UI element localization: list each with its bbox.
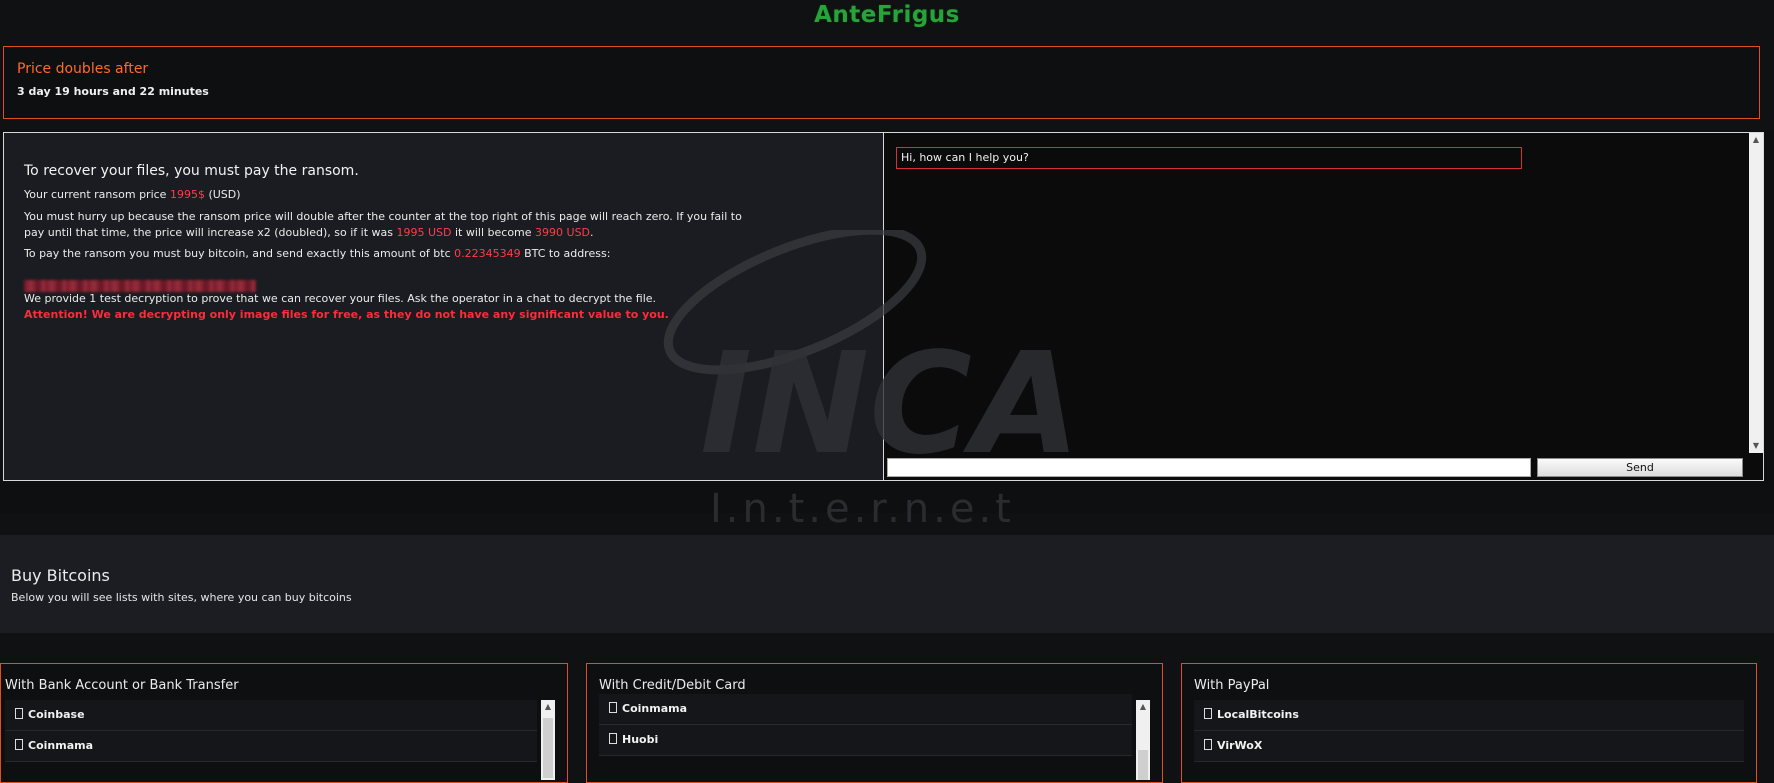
scroll-thumb[interactable] bbox=[1138, 750, 1148, 780]
hurry-paragraph: You must hurry up because the ransom pri… bbox=[24, 210, 742, 239]
scroll-down-icon[interactable]: ▼ bbox=[1749, 439, 1763, 453]
timer-value: 3 day 19 hours and 22 minutes bbox=[17, 85, 209, 98]
link-icon bbox=[15, 708, 23, 719]
chat-input[interactable] bbox=[887, 458, 1531, 477]
ransom-price-line: Your current ransom price 1995$ (USD) bbox=[24, 188, 241, 201]
list-item[interactable]: Coinmama bbox=[599, 694, 1132, 725]
chat-message: Hi, how can I help you? bbox=[896, 147, 1522, 169]
shop-title: With PayPal bbox=[1194, 678, 1270, 693]
shop-box-bank: With Bank Account or Bank Transfer Coinb… bbox=[0, 663, 568, 783]
app-logo: AnteFrigus bbox=[814, 2, 960, 28]
btc-instructions: To pay the ransom you must buy bitcoin, … bbox=[24, 247, 611, 260]
send-button[interactable]: Send bbox=[1537, 458, 1743, 477]
link-icon bbox=[1204, 739, 1212, 750]
list-item[interactable]: LocalBitcoins bbox=[1194, 700, 1744, 731]
list-item[interactable]: Coinbase bbox=[5, 700, 537, 731]
link-icon bbox=[15, 739, 23, 750]
timer-title: Price doubles after bbox=[17, 61, 149, 77]
shop-scrollbar[interactable]: ▲ bbox=[541, 700, 555, 780]
chat-panel: Hi, how can I help you? ▲ ▼ Send bbox=[883, 132, 1764, 481]
list-item[interactable]: VirWoX bbox=[1194, 731, 1744, 762]
buy-title: Buy Bitcoins bbox=[11, 566, 110, 585]
scroll-up-icon[interactable]: ▲ bbox=[1136, 700, 1150, 714]
shop-title: With Bank Account or Bank Transfer bbox=[5, 678, 239, 693]
price-timer-box: Price doubles after 3 day 19 hours and 2… bbox=[3, 46, 1760, 119]
link-icon bbox=[609, 733, 617, 744]
attention-text: Attention! We are decrypting only image … bbox=[24, 308, 669, 321]
main-content: To recover your files, you must pay the … bbox=[0, 130, 1774, 513]
shop-title: With Credit/Debit Card bbox=[599, 678, 746, 693]
link-icon bbox=[609, 702, 617, 713]
scroll-up-icon[interactable]: ▲ bbox=[541, 700, 555, 714]
new-price: 3990 USD bbox=[535, 226, 591, 239]
list-item[interactable]: Coinmama bbox=[5, 731, 537, 762]
shop-list: LocalBitcoins VirWoX bbox=[1194, 700, 1744, 762]
shop-box-paypal: With PayPal LocalBitcoins VirWoX bbox=[1181, 663, 1757, 783]
shop-list: Coinbase Coinmama bbox=[5, 700, 537, 762]
shop-scrollbar[interactable]: ▲ bbox=[1136, 700, 1150, 780]
shop-list: Coinmama Huobi bbox=[599, 694, 1132, 756]
shop-box-card: With Credit/Debit Card Coinmama Huobi ▲ bbox=[586, 663, 1163, 783]
old-price: 1995 USD bbox=[396, 226, 452, 239]
ransom-price: 1995$ bbox=[169, 188, 205, 201]
list-item[interactable]: Huobi bbox=[599, 725, 1132, 756]
ransom-heading: To recover your files, you must pay the … bbox=[24, 163, 359, 179]
buy-subtitle: Below you will see lists with sites, whe… bbox=[11, 591, 352, 604]
link-icon bbox=[1204, 708, 1212, 719]
chat-scrollbar[interactable]: ▲ ▼ bbox=[1749, 133, 1763, 453]
scroll-thumb[interactable] bbox=[543, 718, 553, 778]
test-decryption-text: We provide 1 test decryption to prove th… bbox=[24, 292, 657, 305]
buy-bitcoins-section: Buy Bitcoins Below you will see lists wi… bbox=[0, 535, 1774, 633]
scroll-up-icon[interactable]: ▲ bbox=[1749, 133, 1763, 147]
btc-amount: 0.22345349 bbox=[454, 247, 521, 260]
ransom-info-panel: To recover your files, you must pay the … bbox=[3, 132, 884, 481]
